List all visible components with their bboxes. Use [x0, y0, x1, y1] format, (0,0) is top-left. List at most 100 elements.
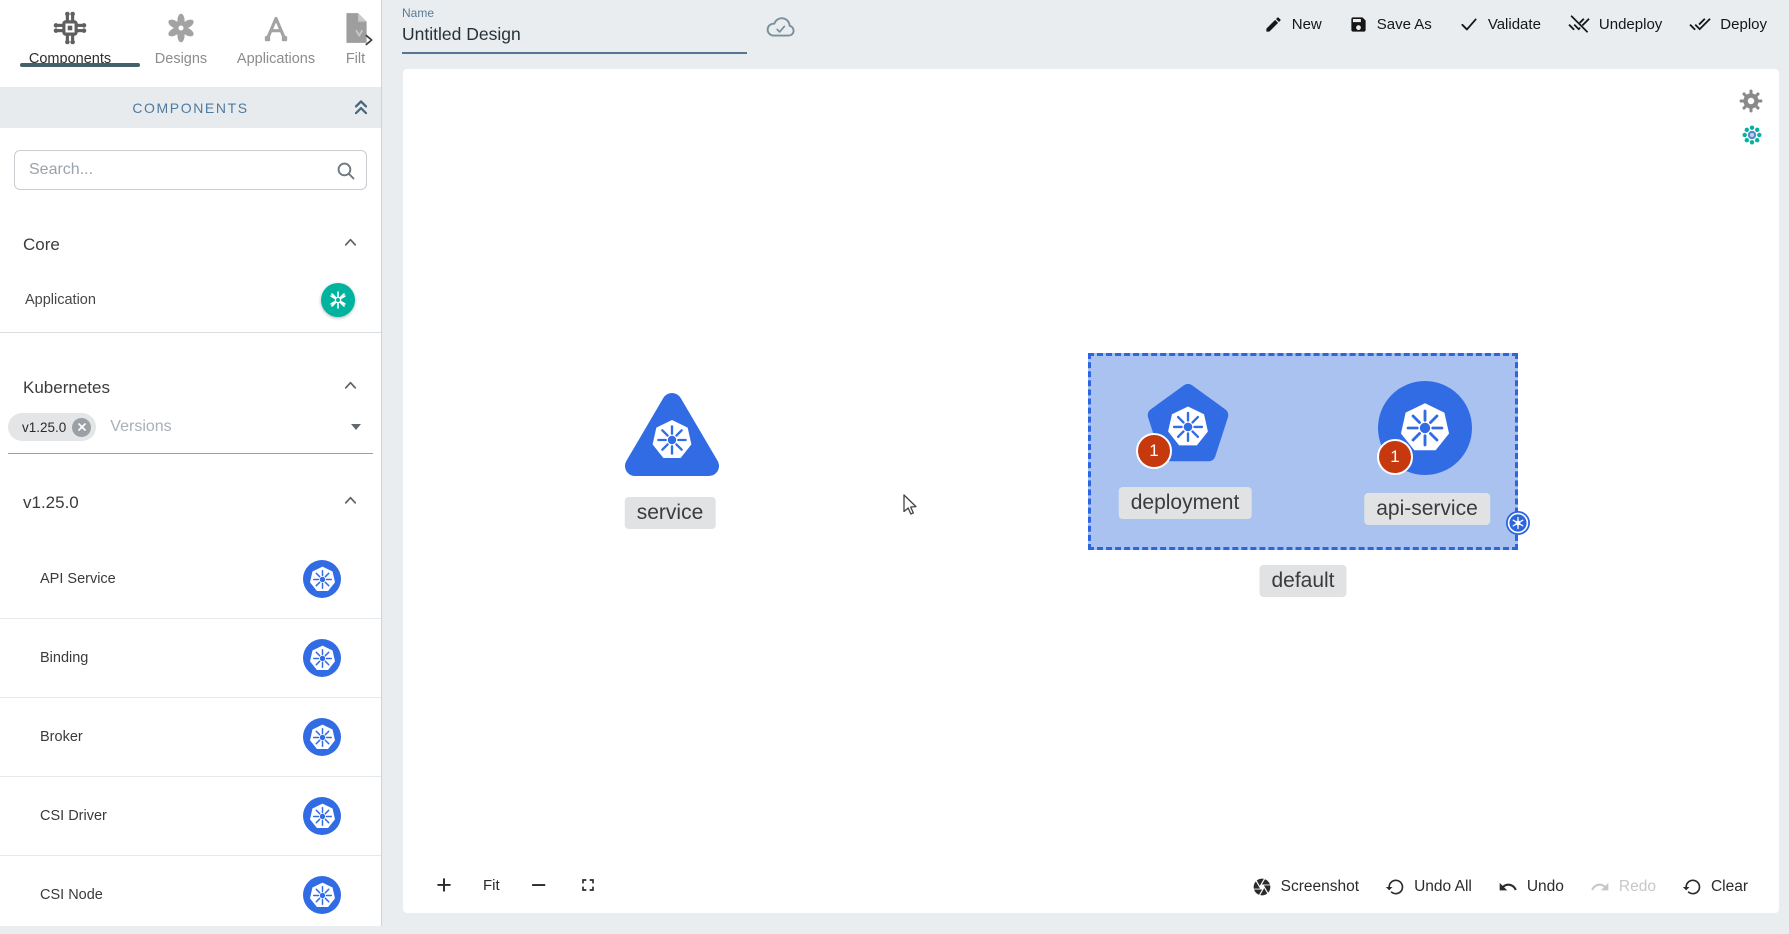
group-kubernetes-handle-icon[interactable] — [1505, 510, 1531, 541]
fullscreen-button[interactable] — [578, 875, 598, 895]
tab-designs-label: Designs — [155, 51, 207, 67]
clear-restore-icon — [1682, 877, 1702, 897]
section-divider — [0, 332, 381, 333]
tab-scroll-right-icon[interactable] — [361, 32, 377, 53]
component-item-application[interactable]: Application — [0, 268, 381, 332]
undeploy-button[interactable]: Undeploy — [1568, 13, 1662, 35]
kubernetes-icon — [303, 639, 341, 677]
redo-button: Redo — [1590, 877, 1656, 897]
kubernetes-context-icon[interactable] — [1741, 124, 1763, 151]
redo-icon — [1590, 877, 1610, 897]
api-service-count-badge: 1 — [1377, 439, 1413, 475]
save-as-button-label: Save As — [1377, 16, 1432, 33]
service-triangle-icon — [622, 387, 722, 485]
component-item-label: CSI Node — [40, 887, 103, 903]
remove-version-icon[interactable] — [72, 418, 91, 437]
pencil-icon — [1264, 15, 1283, 34]
component-item-label: Broker — [40, 729, 83, 745]
core-collapse-icon[interactable] — [342, 234, 359, 256]
components-sidebar: Components — [0, 0, 382, 926]
node-label-namespace-default: default — [1259, 565, 1346, 597]
tab-applications-label: Applications — [237, 51, 315, 67]
clear-button[interactable]: Clear — [1682, 877, 1748, 897]
undo-icon — [1498, 877, 1518, 897]
versions-placeholder: Versions — [110, 418, 351, 436]
kubernetes-icon — [303, 718, 341, 756]
kubernetes-icon — [303, 560, 341, 598]
node-label-api-service: api-service — [1364, 493, 1490, 525]
deploy-button-label: Deploy — [1720, 16, 1767, 33]
panel-title: COMPONENTS — [132, 100, 248, 116]
search-input[interactable] — [14, 150, 367, 190]
new-button-label: New — [1292, 16, 1322, 33]
version-chip-label: v1.25.0 — [22, 420, 66, 435]
section-kubernetes: Kubernetes v1.25.0 Versions — [0, 377, 381, 454]
fit-button[interactable]: Fit — [483, 877, 500, 894]
validate-button[interactable]: Validate — [1459, 14, 1541, 34]
component-item-binding[interactable]: Binding — [0, 618, 381, 697]
versions-select[interactable]: v1.25.0 Versions — [8, 413, 373, 454]
undo-button[interactable]: Undo — [1498, 877, 1564, 897]
kubernetes-section-title: Kubernetes — [23, 378, 110, 398]
core-section-title: Core — [23, 235, 60, 255]
components-chip-icon — [49, 6, 91, 50]
tab-applications[interactable]: Applications — [222, 4, 330, 87]
history-toolbar: Screenshot Undo All Undo Redo — [1252, 877, 1748, 897]
component-item-label: API Service — [40, 571, 116, 587]
save-as-button[interactable]: Save As — [1349, 15, 1432, 34]
active-tab-indicator — [20, 63, 140, 67]
validate-button-label: Validate — [1488, 16, 1541, 33]
kubernetes-collapse-icon[interactable] — [342, 377, 359, 399]
undeploy-button-label: Undeploy — [1599, 16, 1662, 33]
fullscreen-icon — [578, 875, 598, 895]
deploy-button[interactable]: Deploy — [1689, 13, 1767, 35]
design-name-input[interactable] — [402, 21, 747, 54]
cloud-sync-icon — [763, 16, 797, 46]
component-search — [14, 150, 367, 190]
designs-pinwheel-icon — [164, 6, 198, 50]
version-group-collapse-icon[interactable] — [342, 492, 359, 514]
canvas-settings-gear-icon[interactable] — [1738, 88, 1764, 119]
design-header: Name New Save As — [382, 0, 1789, 68]
undo-all-button[interactable]: Undo All — [1385, 877, 1472, 897]
collapse-panel-icon[interactable] — [351, 96, 371, 121]
sidebar-tab-strip: Components — [0, 0, 381, 87]
undeploy-icon — [1568, 13, 1590, 35]
node-label-deployment: deployment — [1119, 487, 1252, 519]
search-icon — [335, 160, 356, 186]
undo-button-label: Undo — [1527, 878, 1564, 896]
restore-icon — [1385, 877, 1405, 897]
component-list: API Service Binding Broker CSI Driver CS… — [0, 540, 381, 934]
section-v1-25-0: v1.25.0 API Service Binding Broker CSI D… — [0, 492, 381, 934]
deployment-count-badge: 1 — [1136, 433, 1172, 469]
version-chip: v1.25.0 — [8, 413, 96, 441]
name-field-label: Name — [402, 6, 747, 20]
screenshot-button-label: Screenshot — [1281, 878, 1359, 896]
component-item-api-service[interactable]: API Service — [0, 540, 381, 618]
mouse-cursor — [900, 494, 922, 523]
zoom-in-button[interactable]: + — [431, 873, 457, 897]
tab-designs[interactable]: Designs — [140, 4, 222, 87]
node-service[interactable] — [622, 387, 722, 490]
component-item-csi-node[interactable]: CSI Node — [0, 855, 381, 934]
versions-dropdown-icon[interactable] — [351, 424, 361, 430]
redo-button-label: Redo — [1619, 878, 1656, 896]
zoom-out-button[interactable]: − — [526, 873, 552, 897]
new-button[interactable]: New — [1264, 15, 1322, 34]
application-mesh-icon — [321, 283, 355, 317]
shutter-icon — [1252, 877, 1272, 897]
section-core: Core Application — [0, 234, 381, 333]
component-item-broker[interactable]: Broker — [0, 697, 381, 776]
node-label-service: service — [625, 497, 716, 529]
undo-all-button-label: Undo All — [1414, 878, 1472, 896]
floppy-icon — [1349, 15, 1368, 34]
version-group-title: v1.25.0 — [23, 493, 79, 513]
component-item-csi-driver[interactable]: CSI Driver — [0, 776, 381, 855]
component-item-label: Binding — [40, 650, 88, 666]
tab-components[interactable]: Components — [0, 4, 140, 87]
zoom-toolbar: + Fit − — [431, 873, 598, 897]
design-canvas[interactable]: service 1 deployment 1 api-service — [403, 69, 1779, 913]
screenshot-button[interactable]: Screenshot — [1252, 877, 1359, 897]
application-item-label: Application — [25, 292, 96, 308]
component-item-label: CSI Driver — [40, 808, 107, 824]
